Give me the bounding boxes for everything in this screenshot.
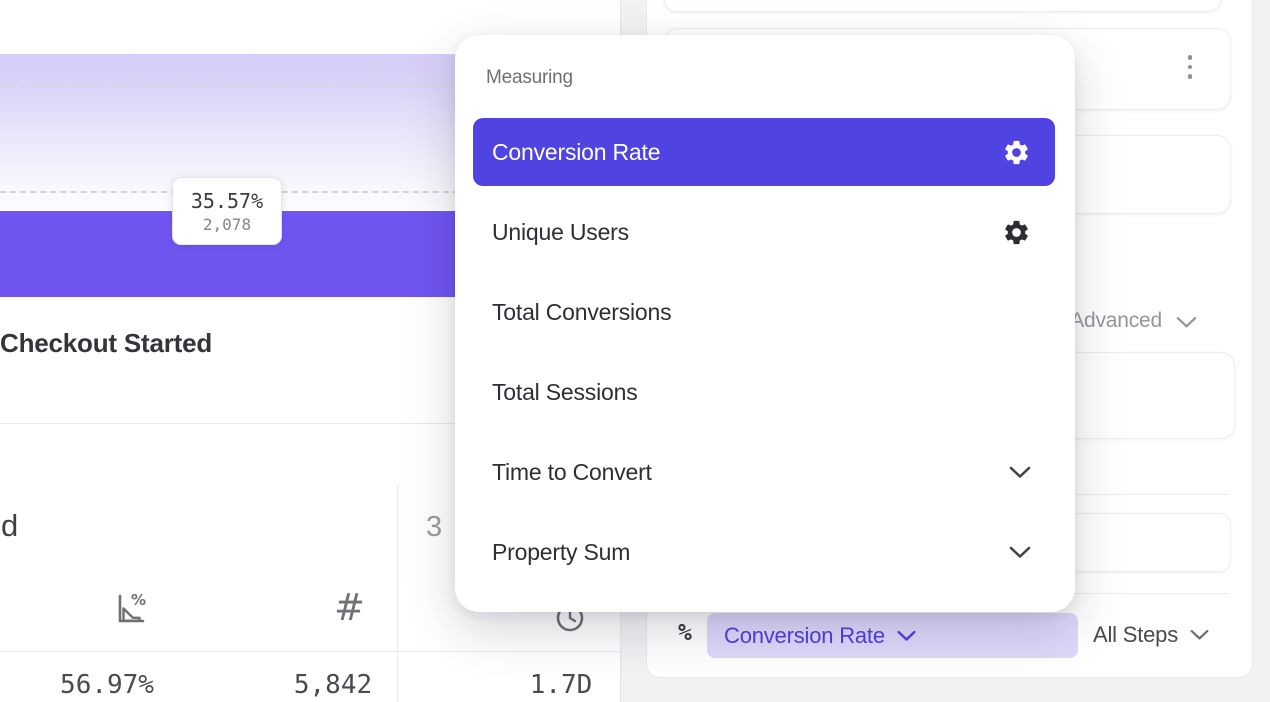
- measurement-pill-label: Conversion Rate: [724, 623, 885, 649]
- menu-item-label: Total Conversions: [492, 299, 671, 326]
- menu-item-label: Total Sessions: [492, 379, 638, 406]
- menu-item-total-sessions[interactable]: Total Sessions: [473, 358, 1055, 426]
- cell-count: 5,842: [294, 670, 372, 700]
- menu-item-label: Conversion Rate: [492, 139, 660, 166]
- cell-time-to-convert: 1.7D: [530, 670, 593, 700]
- tooltip-conversion-percent: 35.57%: [191, 189, 263, 213]
- menu-item-label: Time to Convert: [492, 459, 652, 486]
- chevron-down-icon: [1176, 316, 1197, 329]
- conversion-rate-icon: %: [112, 591, 150, 629]
- menu-item-unique-users[interactable]: Unique Users: [473, 198, 1055, 266]
- chevron-down-icon: [1190, 629, 1209, 641]
- funnel-analysis-screen: 35.57% 2,078 Checkout Started d 3 % # 56…: [0, 0, 1270, 702]
- steps-selector[interactable]: All Steps: [1093, 622, 1209, 648]
- divider: [0, 651, 620, 652]
- advanced-toggle[interactable]: Advanced: [1070, 309, 1162, 333]
- kebab-menu-icon[interactable]: [1188, 55, 1193, 79]
- gear-icon[interactable]: [1002, 218, 1031, 247]
- menu-item-total-conversions[interactable]: Total Conversions: [473, 278, 1055, 346]
- menu-item-label: Property Sum: [492, 539, 630, 566]
- measuring-heading: Measuring: [486, 67, 573, 89]
- query-step-card: [664, 0, 1221, 12]
- chevron-down-icon: [897, 630, 916, 642]
- menu-item-conversion-rate[interactable]: Conversion Rate: [473, 118, 1055, 186]
- menu-item-time-to-convert[interactable]: Time to Convert: [473, 438, 1055, 506]
- chevron-down-icon: [1009, 546, 1031, 559]
- gear-icon[interactable]: [1002, 138, 1031, 167]
- steps-selector-label: All Steps: [1093, 622, 1178, 648]
- funnel-step-label: Checkout Started: [0, 328, 212, 359]
- menu-item-property-sum[interactable]: Property Sum: [473, 518, 1055, 586]
- table-column-divider: [397, 485, 398, 702]
- funnel-tooltip: 35.57% 2,078: [172, 177, 282, 245]
- table-step-header-fragment: d: [1, 508, 18, 544]
- table-step-number: 3: [426, 511, 442, 544]
- measurement-pill[interactable]: Conversion Rate: [707, 613, 1078, 658]
- tooltip-count: 2,078: [203, 215, 251, 234]
- count-icon: #: [334, 586, 365, 629]
- metric-type-symbol: %: [678, 620, 692, 646]
- measuring-dropdown: Measuring Conversion Rate Unique Users T…: [455, 35, 1075, 612]
- menu-item-label: Unique Users: [492, 219, 629, 246]
- advanced-label: Advanced: [1070, 309, 1162, 332]
- chevron-down-icon: [1009, 466, 1031, 479]
- cell-conversion-rate: 56.97%: [60, 670, 154, 700]
- svg-text:%: %: [131, 591, 146, 609]
